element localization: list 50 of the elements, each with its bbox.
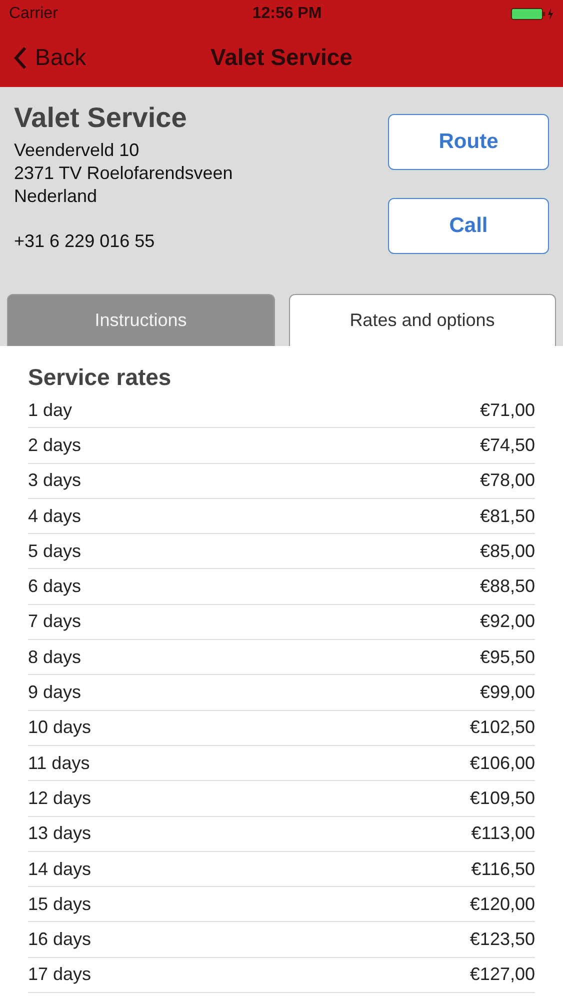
price-label: €106,00: [470, 752, 535, 774]
phone-number: +31 6 229 016 55: [14, 230, 156, 253]
screen-title: Valet Service: [210, 44, 352, 71]
duration-label: 10 days: [28, 717, 92, 738]
status-time: 12:56 PM: [252, 5, 322, 23]
chevron-left-icon: [13, 46, 27, 70]
duration-label: 16 days: [28, 929, 92, 950]
duration-label: 3 days: [28, 470, 82, 492]
section-title: Service rates: [28, 364, 172, 391]
duration-label: 6 days: [28, 576, 82, 598]
duration-label: 15 days: [28, 894, 92, 915]
price-label: €113,00: [471, 823, 535, 844]
price-label: €85,00: [480, 540, 535, 562]
duration-label: 2 days: [28, 434, 82, 456]
call-button[interactable]: Call: [388, 198, 549, 254]
carrier-label: Carrier: [9, 5, 58, 23]
duration-label: 13 days: [28, 823, 92, 844]
duration-label: 5 days: [28, 540, 82, 562]
duration-label: 9 days: [28, 682, 82, 704]
price-label: €123,50: [470, 929, 535, 950]
route-button[interactable]: Route: [388, 114, 549, 170]
price-label: €102,50: [470, 717, 535, 738]
address-line: Nederland: [14, 185, 98, 208]
duration-label: 7 days: [28, 611, 82, 632]
location-name: Valet Service: [14, 102, 188, 134]
price-label: €71,00: [480, 400, 535, 421]
price-label: €127,00: [470, 964, 535, 986]
price-label: €78,00: [480, 470, 535, 492]
duration-label: 14 days: [28, 858, 92, 880]
price-label: €109,50: [470, 788, 535, 809]
duration-label: 8 days: [28, 646, 82, 668]
address-line: 2371 TV Roelofarendsveen: [14, 162, 234, 185]
price-label: €120,00: [470, 894, 535, 915]
price-label: €95,50: [480, 646, 535, 668]
duration-label: 17 days: [28, 964, 92, 986]
price-label: €116,50: [471, 858, 535, 880]
tab[interactable]: Rates and options: [288, 294, 556, 346]
tab[interactable]: Instructions: [7, 294, 274, 346]
duration-label: 11 days: [28, 752, 90, 774]
price-label: €74,50: [480, 434, 535, 456]
address-line: Veenderveld 10: [14, 139, 140, 162]
duration-label: 12 days: [28, 788, 92, 809]
price-label: €88,50: [480, 576, 535, 598]
price-label: €99,00: [480, 682, 535, 704]
price-label: €81,50: [480, 506, 535, 527]
battery-icon: [511, 7, 555, 21]
price-label: €92,00: [480, 611, 535, 632]
duration-label: 1 day: [28, 400, 72, 421]
back-button[interactable]: Back: [0, 44, 86, 71]
duration-label: 4 days: [28, 506, 82, 527]
